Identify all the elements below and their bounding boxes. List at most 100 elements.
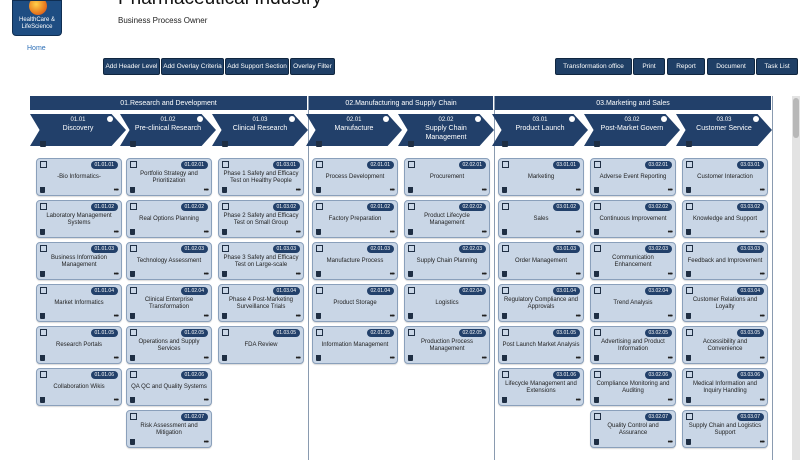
process-card[interactable]: 02.02.04 Logistics ••• xyxy=(404,284,490,322)
trash-icon[interactable] xyxy=(316,313,321,319)
trash-icon[interactable] xyxy=(130,229,135,235)
trash-icon[interactable] xyxy=(130,141,136,147)
edit-icon[interactable] xyxy=(40,329,47,336)
trash-icon[interactable] xyxy=(222,271,227,277)
add-header-level-button[interactable]: Add Header Level xyxy=(103,58,160,75)
vertical-scrollbar[interactable] xyxy=(792,96,800,460)
trash-icon[interactable] xyxy=(686,355,691,361)
add-circle-icon[interactable] xyxy=(660,116,667,122)
trash-icon[interactable] xyxy=(222,229,227,235)
trash-icon[interactable] xyxy=(502,271,507,277)
more-icon[interactable]: ••• xyxy=(482,271,487,278)
edit-icon[interactable] xyxy=(222,161,229,168)
edit-icon[interactable] xyxy=(594,287,601,294)
add-circle-icon[interactable] xyxy=(474,116,481,122)
process-card[interactable]: 03.02.06 Compliance Monitoring and Auditi… xyxy=(590,368,676,406)
more-icon[interactable]: ••• xyxy=(204,229,209,236)
process-card[interactable]: 03.03.04 Customer Relations and Loyalty ••… xyxy=(682,284,768,322)
process-card[interactable]: 01.02.06 QA QC and Quality Systems ••• xyxy=(126,368,212,406)
edit-icon[interactable] xyxy=(40,203,47,210)
process-card[interactable]: 03.02.03 Communication Enhancement ••• xyxy=(590,242,676,280)
trash-icon[interactable] xyxy=(594,439,599,445)
process-card[interactable]: 02.01.01 Process Development ••• xyxy=(312,158,398,196)
edit-icon[interactable] xyxy=(130,329,137,336)
more-icon[interactable]: ••• xyxy=(668,313,673,320)
process-card[interactable]: 03.02.01 Adverse Event Reporting ••• xyxy=(590,158,676,196)
edit-icon[interactable] xyxy=(316,245,323,252)
edit-icon[interactable] xyxy=(222,287,229,294)
more-icon[interactable]: ••• xyxy=(204,439,209,446)
trash-icon[interactable] xyxy=(408,355,413,361)
more-icon[interactable]: ••• xyxy=(482,355,487,362)
edit-icon[interactable] xyxy=(502,161,509,168)
process-card[interactable]: 02.01.05 Information Management ••• xyxy=(312,326,398,364)
edit-icon[interactable] xyxy=(222,245,229,252)
more-icon[interactable]: ••• xyxy=(114,187,119,194)
process-card[interactable]: 01.02.01 Portfolio Strategy and Prioritiz… xyxy=(126,158,212,196)
edit-icon[interactable] xyxy=(408,203,415,210)
trash-icon[interactable] xyxy=(686,439,691,445)
edit-icon[interactable] xyxy=(502,329,509,336)
process-card[interactable]: 01.02.03 Technology Assessment ••• xyxy=(126,242,212,280)
trash-icon[interactable] xyxy=(130,187,135,193)
more-icon[interactable]: ••• xyxy=(668,229,673,236)
add-support-section-button[interactable]: Add Support Section xyxy=(225,58,289,75)
more-icon[interactable]: ••• xyxy=(390,313,395,320)
more-icon[interactable]: ••• xyxy=(390,229,395,236)
more-icon[interactable]: ••• xyxy=(760,355,765,362)
more-icon[interactable]: ••• xyxy=(760,439,765,446)
more-icon[interactable]: ••• xyxy=(760,313,765,320)
more-icon[interactable]: ••• xyxy=(668,187,673,194)
process-card[interactable]: 01.03.04 Phase 4 Post-Marketing Surveilla… xyxy=(218,284,304,322)
process-card[interactable]: 02.01.02 Factory Preparation ••• xyxy=(312,200,398,238)
process-card[interactable]: 03.02.05 Advertising and Product Informat… xyxy=(590,326,676,364)
more-icon[interactable]: ••• xyxy=(114,229,119,236)
process-card[interactable]: 03.02.04 Trend Analysis ••• xyxy=(590,284,676,322)
trash-icon[interactable] xyxy=(408,141,414,147)
edit-icon[interactable] xyxy=(316,161,323,168)
process-card[interactable]: 01.01.01 -Bio Informatics- ••• xyxy=(36,158,122,196)
more-icon[interactable]: ••• xyxy=(668,439,673,446)
process-card[interactable]: 01.03.01 Phase 1 Safety and Efficacy Test… xyxy=(218,158,304,196)
more-icon[interactable]: ••• xyxy=(204,313,209,320)
trash-icon[interactable] xyxy=(40,355,45,361)
more-icon[interactable]: ••• xyxy=(576,187,581,194)
edit-icon[interactable] xyxy=(130,413,137,420)
trash-icon[interactable] xyxy=(686,229,691,235)
edit-icon[interactable] xyxy=(40,245,47,252)
trash-icon[interactable] xyxy=(222,141,228,147)
trash-icon[interactable] xyxy=(594,187,599,193)
process-card[interactable]: 03.01.02 Sales ••• xyxy=(498,200,584,238)
more-icon[interactable]: ••• xyxy=(296,229,301,236)
edit-icon[interactable] xyxy=(594,413,601,420)
more-icon[interactable]: ••• xyxy=(296,187,301,194)
process-card[interactable]: 03.03.02 Knowledge and Support ••• xyxy=(682,200,768,238)
trash-icon[interactable] xyxy=(408,271,413,277)
process-card[interactable]: 03.01.06 Lifecycle Management and Extensi… xyxy=(498,368,584,406)
more-icon[interactable]: ••• xyxy=(576,313,581,320)
edit-icon[interactable] xyxy=(130,371,137,378)
trash-icon[interactable] xyxy=(316,229,321,235)
edit-icon[interactable] xyxy=(408,161,415,168)
edit-icon[interactable] xyxy=(502,371,509,378)
more-icon[interactable]: ••• xyxy=(390,271,395,278)
edit-icon[interactable] xyxy=(222,203,229,210)
more-icon[interactable]: ••• xyxy=(576,271,581,278)
process-card[interactable]: 03.03.07 Supply Chain and Logistics Suppo… xyxy=(682,410,768,448)
edit-icon[interactable] xyxy=(130,161,137,168)
edit-icon[interactable] xyxy=(686,245,693,252)
more-icon[interactable]: ••• xyxy=(296,355,301,362)
trash-icon[interactable] xyxy=(40,271,45,277)
trash-icon[interactable] xyxy=(502,397,507,403)
trash-icon[interactable] xyxy=(130,271,135,277)
edit-icon[interactable] xyxy=(686,329,693,336)
add-circle-icon[interactable] xyxy=(382,116,389,122)
print-button[interactable]: Print xyxy=(633,58,665,75)
edit-icon[interactable] xyxy=(222,329,229,336)
more-icon[interactable]: ••• xyxy=(296,313,301,320)
report-button[interactable]: Report xyxy=(667,58,705,75)
trash-icon[interactable] xyxy=(502,313,507,319)
edit-icon[interactable] xyxy=(686,371,693,378)
trash-icon[interactable] xyxy=(222,187,227,193)
trash-icon[interactable] xyxy=(502,141,508,147)
